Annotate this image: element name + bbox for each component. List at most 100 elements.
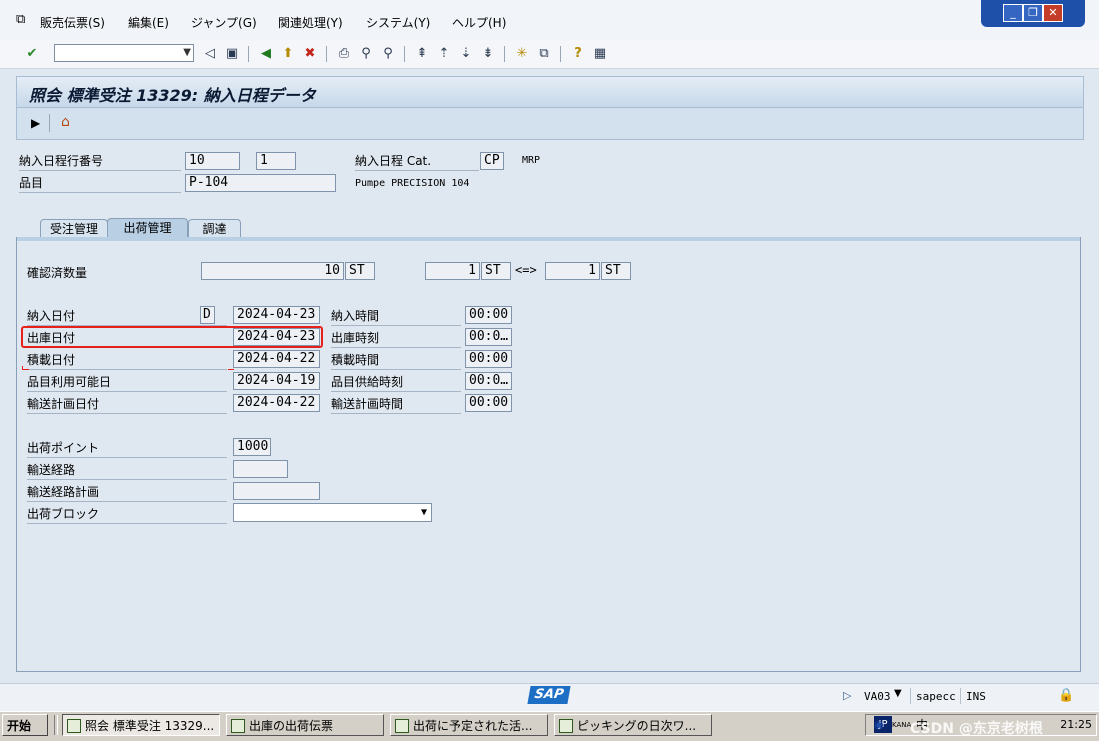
shipping-point-field[interactable]: 1000 [233,438,271,456]
delivery-block-dropdown[interactable]: ▼ [233,503,432,522]
confirmed-qty-field[interactable]: 10 [201,262,344,280]
item-number-field[interactable]: 10 [185,152,240,170]
conversion-unit2-field[interactable]: ST [601,262,631,280]
application-toolbar: ▶ ⌂ [16,108,1084,140]
schedule-category-description: MRP [522,155,541,166]
header-icon[interactable]: ⌂ [61,114,70,130]
toolbar-separator [326,46,327,62]
back-icon[interactable]: ◀ [258,46,274,62]
transport-planning-date-field[interactable]: 2024-04-22 [233,394,320,412]
tab-sales[interactable]: 受注管理 [40,219,108,237]
toolbar-separator [504,46,505,62]
conversion-qty1-field[interactable]: 1 [425,262,480,280]
menu-bar: ⧉ 販売伝票(S) 編集(E) ジャンプ(G) 関連処理(Y) システム(Y) … [0,0,1099,41]
server-name: sapecc [916,690,956,703]
window-controls: _ ❐ ✕ [981,0,1085,27]
help-icon[interactable]: ? [570,46,586,62]
route-schedule-field[interactable] [233,482,320,500]
chevron-down-icon[interactable]: ▼ [421,505,427,521]
menu-edit[interactable]: 編集(E) [128,14,169,31]
next-page-icon[interactable]: ⇣ [458,46,474,62]
loading-date-label: 積載日付 [27,351,227,370]
status-separator [910,688,911,704]
tab-panel-top-strip [17,237,1080,241]
shortcut-icon[interactable]: ⧉ [536,46,552,62]
lock-icon[interactable]: 🔒 [1058,688,1074,703]
minimize-button[interactable]: _ [1003,4,1023,22]
chevron-down-icon[interactable]: ▼ [894,688,902,699]
find-icon[interactable]: ⚲ [358,46,374,62]
material-staging-time-field[interactable]: 00:0… [465,372,512,390]
screen-title-bar: 照会 標準受注 13329: 納入日程データ [16,76,1084,108]
route-field[interactable] [233,460,288,478]
conversion-unit1-field[interactable]: ST [481,262,511,280]
save-icon[interactable]: ▣ [224,46,240,62]
layout-menu-icon[interactable]: ▦ [592,46,608,62]
task-label: 出庫の出荷伝票 [249,719,334,733]
play-icon[interactable]: ▶ [31,116,40,130]
clock: 21:25 [1060,718,1092,731]
sap-window-icon [395,719,409,733]
delivery-time-field[interactable]: 00:00 [465,306,512,324]
task-outbound-delivery[interactable]: 出庫の出荷伝票 [226,714,384,736]
restore-button[interactable]: ❐ [1023,4,1043,22]
material-field[interactable]: P-104 [185,174,336,192]
exit-icon[interactable]: ⬆ [280,46,296,62]
material-availability-date-field[interactable]: 2024-04-19 [233,372,320,390]
menu-icon[interactable]: ⧉ [16,12,25,27]
goods-issue-time-field[interactable]: 00:0… [465,328,512,346]
task-scheduled-activities[interactable]: 出荷に予定された活... [390,714,548,736]
command-field[interactable]: ▼ [54,44,194,62]
find-next-icon[interactable]: ⚲ [380,46,396,62]
first-page-icon[interactable]: ⇞ [414,46,430,62]
menu-help[interactable]: ヘルプ(H) [452,14,506,31]
loading-time-label: 積載時間 [331,351,461,370]
windows-taskbar: 开始 照会 標準受注 13329... 出庫の出荷伝票 出荷に予定された活...… [0,711,1099,741]
start-button[interactable]: 开始 [2,714,48,736]
delivery-block-label: 出荷ブロック [27,505,227,524]
task-label: ピッキングの日次ワ... [577,719,697,733]
schedule-category-label: 納入日程 Cat. [355,152,479,171]
ime-icon[interactable]: ◉ [874,718,884,731]
tab-procurement[interactable]: 調達 [188,219,241,237]
schedule-line-number-field[interactable]: 1 [256,152,296,170]
status-expand-icon[interactable]: ▷ [843,689,851,702]
transport-planning-time-label: 輸送計画時間 [331,395,461,414]
tab-shipping[interactable]: 出荷管理 [107,218,188,238]
create-session-icon[interactable]: ✳ [514,46,530,62]
date-format-field[interactable]: D [200,306,215,324]
menu-goto[interactable]: ジャンプ(G) [191,14,257,31]
print-icon[interactable]: ⎙ [336,46,352,62]
task-display-sales-order[interactable]: 照会 標準受注 13329... [62,714,220,736]
goods-issue-date-highlight [21,326,323,348]
route-schedule-label: 輸送経路計画 [27,483,227,502]
kana-mode: KANA [892,721,912,729]
cancel-icon[interactable]: ✖ [302,46,318,62]
schedule-category-field[interactable]: CP [480,152,504,170]
loading-time-field[interactable]: 00:00 [465,350,512,368]
toolbar-separator [248,46,249,62]
transaction-code: VA03 [864,690,891,703]
route-label: 輸送経路 [27,461,227,480]
chevron-down-icon[interactable]: ▼ [183,45,191,61]
page-title: 照会 標準受注 13329: 納入日程データ [29,86,316,105]
loading-date-field[interactable]: 2024-04-22 [233,350,320,368]
close-button[interactable]: ✕ [1043,4,1063,22]
last-page-icon[interactable]: ⇟ [480,46,496,62]
material-staging-time-label: 品目供給時刻 [331,373,461,392]
delivery-date-field[interactable]: 2024-04-23 [233,306,320,324]
delivery-time-label: 納入時間 [331,307,461,326]
menu-system[interactable]: システム(Y) [366,14,430,31]
task-picking-daily[interactable]: ピッキングの日次ワ... [554,714,712,736]
enter-icon[interactable]: ✔ [24,46,40,62]
material-availability-date-label: 品目利用可能日 [27,373,227,392]
toolbar-separator [49,114,50,132]
transport-planning-time-field[interactable]: 00:00 [465,394,512,412]
conversion-qty2-field[interactable]: 1 [545,262,600,280]
menu-sales-document[interactable]: 販売伝票(S) [40,14,105,31]
confirmed-unit-field[interactable]: ST [345,262,375,280]
menu-environment[interactable]: 関連処理(Y) [278,14,343,31]
previous-page-icon[interactable]: ⇡ [436,46,452,62]
task-label: 出荷に予定された活... [413,719,533,733]
triangle-left-icon[interactable]: ◁ [202,46,218,62]
